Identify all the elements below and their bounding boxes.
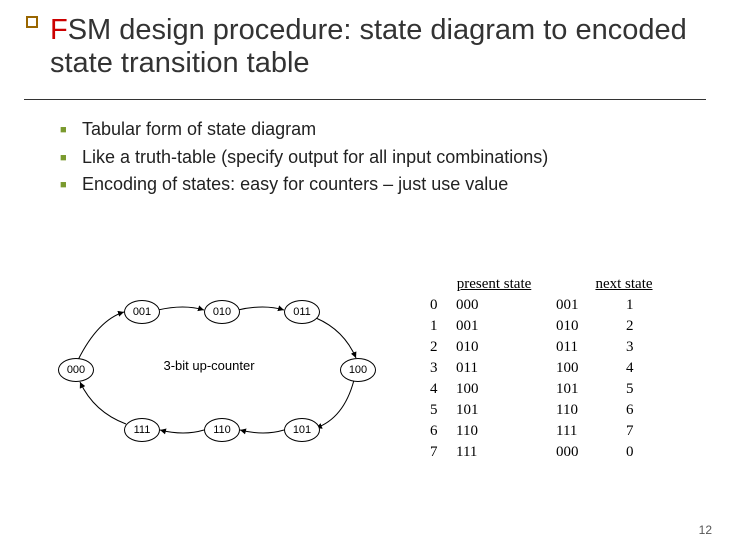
present-binary: 000: [456, 295, 556, 316]
slide: FSM design procedure: state diagram to e…: [0, 0, 730, 547]
next-decimal: 4: [626, 358, 656, 379]
next-decimal: 3: [626, 337, 656, 358]
header-next: next state: [564, 274, 684, 295]
next-decimal: 1: [626, 295, 656, 316]
table-row: 51011106: [424, 400, 704, 421]
next-binary: 100: [556, 358, 626, 379]
state-node: 010: [204, 300, 240, 324]
table-row: 20100113: [424, 337, 704, 358]
state-node: 111: [124, 418, 160, 442]
present-binary: 011: [456, 358, 556, 379]
bullet-item: Encoding of states: easy for counters – …: [60, 171, 706, 199]
title-rest: SM design procedure: state diagram to en…: [50, 14, 687, 79]
present-decimal: 7: [424, 442, 456, 463]
title-underline: [24, 99, 706, 100]
present-binary: 110: [456, 421, 556, 442]
slide-title: FSM design procedure: state diagram to e…: [50, 14, 706, 81]
content-row: 001 010 011 000 100 111 110 101 3-bit up…: [24, 280, 706, 490]
table-body: 0000001110010102201001133011100441001015…: [424, 295, 704, 463]
present-binary: 111: [456, 442, 556, 463]
present-binary: 101: [456, 400, 556, 421]
present-decimal: 4: [424, 379, 456, 400]
table-row: 00000011: [424, 295, 704, 316]
state-node: 011: [284, 300, 320, 324]
present-binary: 100: [456, 379, 556, 400]
next-decimal: 7: [626, 421, 656, 442]
title-first-letter: F: [50, 14, 68, 46]
state-node: 110: [204, 418, 240, 442]
next-binary: 101: [556, 379, 626, 400]
bullet-item: Like a truth-table (specify output for a…: [60, 144, 706, 172]
state-node: 000: [58, 358, 94, 382]
state-node: 101: [284, 418, 320, 442]
table-row: 61101117: [424, 421, 704, 442]
next-binary: 111: [556, 421, 626, 442]
present-binary: 001: [456, 316, 556, 337]
next-binary: 010: [556, 316, 626, 337]
next-decimal: 2: [626, 316, 656, 337]
next-decimal: 5: [626, 379, 656, 400]
state-node: 001: [124, 300, 160, 324]
next-decimal: 6: [626, 400, 656, 421]
present-decimal: 2: [424, 337, 456, 358]
present-decimal: 6: [424, 421, 456, 442]
next-binary: 110: [556, 400, 626, 421]
next-binary: 000: [556, 442, 626, 463]
header-present: present state: [424, 274, 564, 295]
present-binary: 010: [456, 337, 556, 358]
present-decimal: 5: [424, 400, 456, 421]
bullet-list: Tabular form of state diagram Like a tru…: [60, 116, 706, 200]
table-header: present state next state: [424, 274, 704, 295]
state-node: 100: [340, 358, 376, 382]
table-row: 71110000: [424, 442, 704, 463]
table-row: 41001015: [424, 379, 704, 400]
next-binary: 011: [556, 337, 626, 358]
table-row: 30111004: [424, 358, 704, 379]
table-row: 10010102: [424, 316, 704, 337]
next-decimal: 0: [626, 442, 656, 463]
bullet-item: Tabular form of state diagram: [60, 116, 706, 144]
slide-number: 12: [699, 523, 712, 537]
state-diagram: 001 010 011 000 100 111 110 101 3-bit up…: [44, 290, 384, 460]
diagram-label: 3-bit up-counter: [149, 358, 269, 373]
transition-table: present state next state 000000111001010…: [424, 274, 704, 463]
present-decimal: 1: [424, 316, 456, 337]
present-decimal: 3: [424, 358, 456, 379]
next-binary: 001: [556, 295, 626, 316]
present-decimal: 0: [424, 295, 456, 316]
title-accent-box: [26, 16, 38, 28]
